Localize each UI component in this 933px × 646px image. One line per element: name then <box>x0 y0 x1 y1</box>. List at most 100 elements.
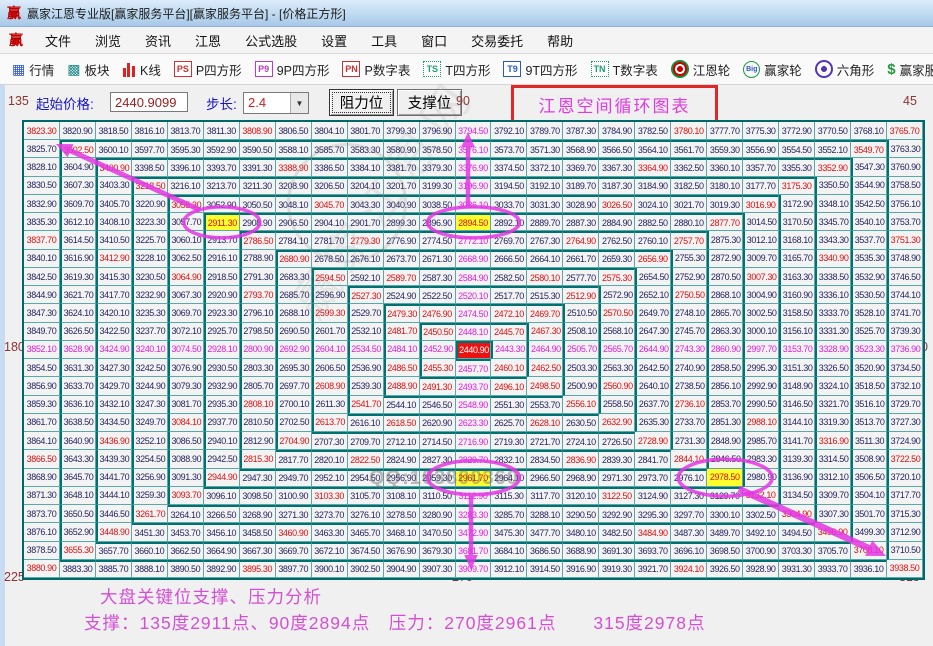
grid-cell: 3324.10 <box>815 377 851 395</box>
grid-cell: 2695.30 <box>276 359 312 377</box>
step-combobox[interactable]: 2.4 ▼ <box>243 92 309 114</box>
grid-cell: 3720.10 <box>887 469 923 487</box>
grid-cell: 2539.30 <box>348 377 384 395</box>
grid-cell: 3374.50 <box>491 158 527 176</box>
chevron-down-icon[interactable]: ▼ <box>290 93 308 113</box>
menu-item-5[interactable]: 设置 <box>309 28 359 53</box>
grid-cell: 3636.10 <box>60 396 96 414</box>
grid-cell: 3460.90 <box>276 523 312 541</box>
toolbar-item-label: 行情 <box>29 60 54 79</box>
grid-cell: 3172.90 <box>779 195 815 213</box>
grid-cell: 3597.70 <box>132 140 168 158</box>
grid-cell: 3283.30 <box>456 505 492 523</box>
grid-cell: 3268.90 <box>240 505 276 523</box>
grid-cell: 2990.50 <box>743 396 779 414</box>
menu-item-9[interactable]: 帮助 <box>535 28 585 53</box>
grid-cell: 3753.70 <box>887 213 923 231</box>
menu-item-7[interactable]: 窗口 <box>409 28 459 53</box>
grid-cell: 3026.50 <box>599 195 635 213</box>
grid-cell: 3422.50 <box>96 323 132 341</box>
grid-cell: 2606.50 <box>312 359 348 377</box>
toolbar-item[interactable]: 六角形 <box>815 60 875 79</box>
toolbar-item[interactable]: K线 <box>123 60 161 79</box>
menu-item-2[interactable]: 资讯 <box>133 28 183 53</box>
toolbar-item[interactable]: $赢家服务 <box>887 60 933 79</box>
resistance-button[interactable]: 阻力位 <box>329 89 394 116</box>
grid-cell: 2762.50 <box>599 231 635 249</box>
menu-item-3[interactable]: 江恩 <box>183 28 233 53</box>
grid-cell: 3364.90 <box>635 158 671 176</box>
grid-cell: 3751.30 <box>887 231 923 249</box>
menu-item-4[interactable]: 公式选股 <box>233 28 309 53</box>
grid-cell: 3511.30 <box>851 432 887 450</box>
grid-cell: 2637.70 <box>635 396 671 414</box>
grid-cell: 2556.10 <box>563 396 599 414</box>
grid-cell: 3657.70 <box>96 542 132 560</box>
grid-cell: 3696.10 <box>671 542 707 560</box>
grid-cell: 3211.30 <box>240 177 276 195</box>
grid-cell: 3537.70 <box>851 231 887 249</box>
grid-cell: 3756.10 <box>887 195 923 213</box>
grid-cell: 3213.70 <box>204 177 240 195</box>
grid-cell: 3237.70 <box>132 323 168 341</box>
grid-cell: 3828.10 <box>24 158 60 176</box>
menu-item-8[interactable]: 交易委托 <box>459 28 535 53</box>
grid-cell: 3734.50 <box>887 359 923 377</box>
menu-item-1[interactable]: 浏览 <box>83 28 133 53</box>
toolbar-item[interactable]: PSP四方形 <box>174 60 242 79</box>
grid-cell: 2774.50 <box>420 231 456 249</box>
toolbar-item[interactable]: T99T四方形 <box>503 60 577 79</box>
toolbar-item[interactable]: ▦行情 <box>12 60 54 79</box>
grid-cell: 3290.50 <box>563 505 599 523</box>
grid-cell: 2445.70 <box>491 323 527 341</box>
grid-cell: 2767.30 <box>527 231 563 249</box>
grid-cell: 2642.50 <box>635 359 671 377</box>
grid-cell: 2503.30 <box>563 359 599 377</box>
grid-cell: 2752.90 <box>671 268 707 286</box>
grid-cell: 2616.10 <box>348 414 384 432</box>
grid-cell: 2791.30 <box>240 268 276 286</box>
grid-cell: 3542.50 <box>851 195 887 213</box>
grid-cell: 3487.30 <box>671 523 707 541</box>
grid-cell: 3835.30 <box>24 213 60 231</box>
toolbar-item[interactable]: PNP数字表 <box>342 60 410 79</box>
grid-cell: 2738.50 <box>671 377 707 395</box>
grid-cell: 2469.70 <box>527 304 563 322</box>
toolbar-item-label: K线 <box>140 60 161 79</box>
menu-item-6[interactable]: 工具 <box>359 28 409 53</box>
grid-cell: 3156.10 <box>779 323 815 341</box>
grid-cell: 2702.50 <box>276 414 312 432</box>
grid-cell: 3571.30 <box>527 140 563 158</box>
grid-cell: 3739.30 <box>887 323 923 341</box>
toolbar-item-label: 9T四方形 <box>525 60 577 79</box>
grid-cell: 3688.90 <box>563 542 599 560</box>
grid-cell: 3328.90 <box>815 341 851 359</box>
toolbar-item[interactable]: 江恩轮 <box>671 60 731 79</box>
start-price-input[interactable] <box>110 92 188 112</box>
grid-cell: 2760.10 <box>635 231 671 249</box>
grid-cell: 3880.90 <box>24 560 60 578</box>
gann-square-grid[interactable]: 3823.303820.903818.503816.103813.703811.… <box>22 120 925 580</box>
toolbar-item[interactable]: P99P四方形 <box>255 60 330 79</box>
grid-cell: 2978.50 <box>707 469 743 487</box>
grid-cell: 2920.90 <box>204 286 240 304</box>
toolbar-item[interactable]: Big赢家轮 <box>743 60 802 79</box>
grid-cell: 3506.50 <box>851 469 887 487</box>
grid-cell: 3595.30 <box>168 140 204 158</box>
grid-cell: 3626.50 <box>60 323 96 341</box>
toolbar-item[interactable]: ▩板块 <box>67 60 109 79</box>
grid-cell: 3019.30 <box>707 195 743 213</box>
grid-cell: 3873.70 <box>24 505 60 523</box>
grid-cell: 2769.70 <box>491 231 527 249</box>
grid-cell: 3456.10 <box>204 523 240 541</box>
grid-cell: 2563.30 <box>599 359 635 377</box>
grid-cell: 3746.50 <box>887 268 923 286</box>
menu-item-0[interactable]: 文件 <box>33 28 83 53</box>
toolbar-item[interactable]: TNT数字表 <box>591 60 658 79</box>
grid-cell: 2827.30 <box>420 450 456 468</box>
grid-cell: 3736.90 <box>887 341 923 359</box>
grid-cell: 3427.30 <box>96 359 132 377</box>
grid-cell: 2985.70 <box>743 432 779 450</box>
grid-cell: 3345.70 <box>815 213 851 231</box>
grid-cell: 3264.10 <box>168 505 204 523</box>
